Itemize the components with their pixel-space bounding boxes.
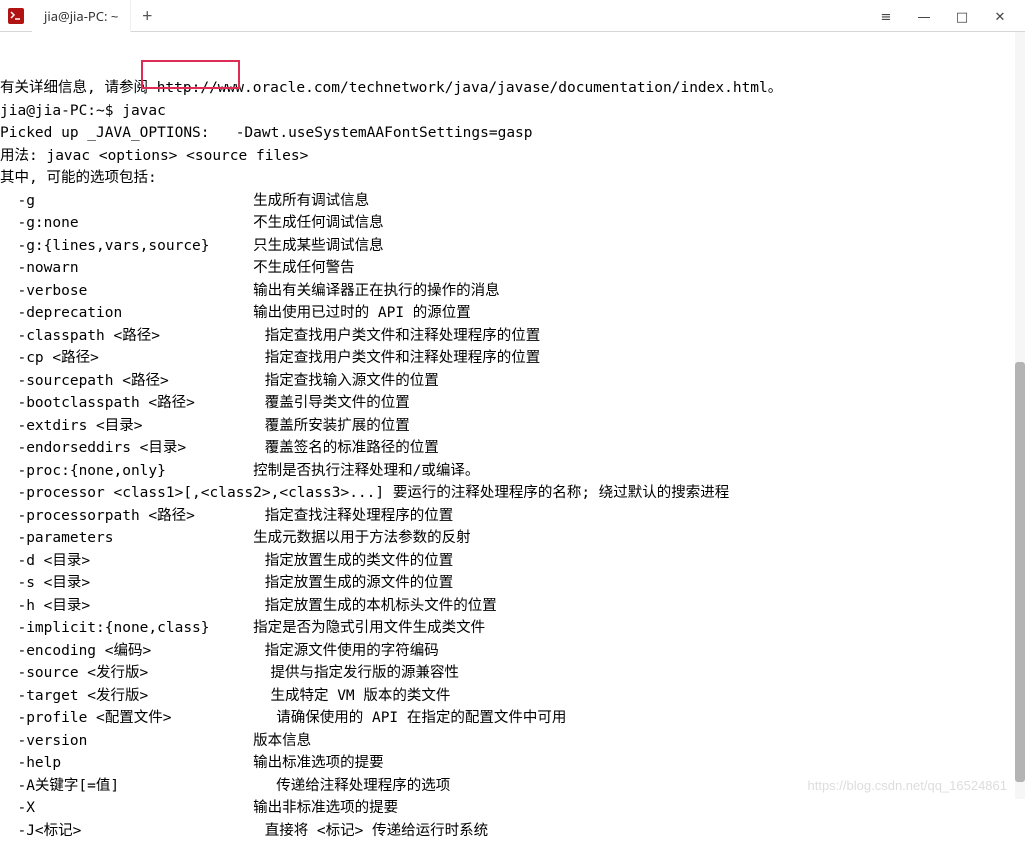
terminal-line: 有关详细信息, 请参阅 http://www.oracle.com/techne… <box>0 77 1025 100</box>
watermark: https://blog.csdn.net/qq_16524861 <box>808 778 1008 793</box>
terminal-line: -help 输出标准选项的提要 <box>0 752 1025 775</box>
titlebar: jia@jia-PC: ~ + ≡ — □ ✕ <box>0 0 1025 32</box>
close-button[interactable]: ✕ <box>991 7 1009 25</box>
maximize-button[interactable]: □ <box>953 7 971 25</box>
terminal-line: -g 生成所有调试信息 <box>0 190 1025 213</box>
terminal-line: -bootclasspath <路径> 覆盖引导类文件的位置 <box>0 392 1025 415</box>
close-icon: ✕ <box>995 7 1006 25</box>
terminal-line: -processorpath <路径> 指定查找注释处理程序的位置 <box>0 505 1025 528</box>
scrollbar[interactable] <box>1015 32 1025 799</box>
terminal-line: -d <目录> 指定放置生成的类文件的位置 <box>0 550 1025 573</box>
terminal-line: -s <目录> 指定放置生成的源文件的位置 <box>0 572 1025 595</box>
scrollbar-thumb[interactable] <box>1015 362 1025 782</box>
plus-icon: + <box>142 4 152 28</box>
terminal-line: Picked up _JAVA_OPTIONS: -Dawt.useSystem… <box>0 122 1025 145</box>
terminal-line: -nowarn 不生成任何警告 <box>0 257 1025 280</box>
maximize-icon: □ <box>956 7 968 25</box>
new-tab-button[interactable]: + <box>131 0 163 32</box>
terminal-line: -implicit:{none,class} 指定是否为隐式引用文件生成类文件 <box>0 617 1025 640</box>
hamburger-icon: ≡ <box>881 7 892 25</box>
terminal-line: 其中, 可能的选项包括: <box>0 167 1025 190</box>
terminal-line: -processor <class1>[,<class2>,<class3>..… <box>0 482 1025 505</box>
minimize-icon: — <box>917 7 930 25</box>
terminal-line: -endorseddirs <目录> 覆盖签名的标准路径的位置 <box>0 437 1025 460</box>
terminal-line: -encoding <编码> 指定源文件使用的字符编码 <box>0 640 1025 663</box>
terminal-line: -extdirs <目录> 覆盖所安装扩展的位置 <box>0 415 1025 438</box>
terminal-line: -J<标记> 直接将 <标记> 传递给运行时系统 <box>0 820 1025 842</box>
tab-title: jia@jia-PC: ~ <box>44 7 118 25</box>
terminal-app-icon <box>0 0 32 32</box>
terminal-line: -X 输出非标准选项的提要 <box>0 797 1025 820</box>
terminal-line: -sourcepath <路径> 指定查找输入源文件的位置 <box>0 370 1025 393</box>
terminal-line: 用法: javac <options> <source files> <box>0 145 1025 168</box>
terminal-line: -version 版本信息 <box>0 730 1025 753</box>
terminal-output[interactable]: 有关详细信息, 请参阅 http://www.oracle.com/techne… <box>0 32 1025 842</box>
terminal-line: -verbose 输出有关编译器正在执行的操作的消息 <box>0 280 1025 303</box>
terminal-line: -h <目录> 指定放置生成的本机标头文件的位置 <box>0 595 1025 618</box>
terminal-tab[interactable]: jia@jia-PC: ~ <box>32 0 131 32</box>
window-controls: ≡ — □ ✕ <box>877 7 1025 25</box>
terminal-line: -deprecation 输出使用已过时的 API 的源位置 <box>0 302 1025 325</box>
minimize-button[interactable]: — <box>915 7 933 25</box>
terminal-line: -parameters 生成元数据以用于方法参数的反射 <box>0 527 1025 550</box>
terminal-line: -profile <配置文件> 请确保使用的 API 在指定的配置文件中可用 <box>0 707 1025 730</box>
terminal-line: -classpath <路径> 指定查找用户类文件和注释处理程序的位置 <box>0 325 1025 348</box>
terminal-line: -g:none 不生成任何调试信息 <box>0 212 1025 235</box>
menu-button[interactable]: ≡ <box>877 7 895 25</box>
terminal-line: -source <发行版> 提供与指定发行版的源兼容性 <box>0 662 1025 685</box>
terminal-line: -g:{lines,vars,source} 只生成某些调试信息 <box>0 235 1025 258</box>
terminal-line: -target <发行版> 生成特定 VM 版本的类文件 <box>0 685 1025 708</box>
terminal-line: jia@jia-PC:~$ javac <box>0 100 1025 123</box>
terminal-line: -proc:{none,only} 控制是否执行注释处理和/或编译。 <box>0 460 1025 483</box>
terminal-line: -cp <路径> 指定查找用户类文件和注释处理程序的位置 <box>0 347 1025 370</box>
